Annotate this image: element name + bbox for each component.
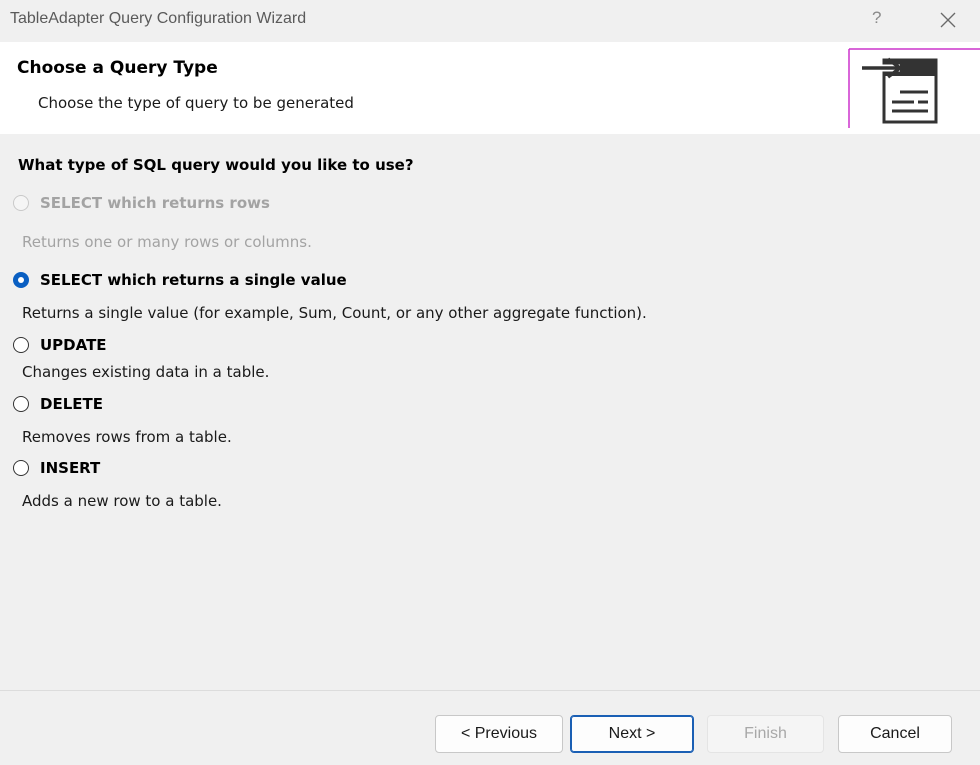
wizard-window: TableAdapter Query Configuration Wizard … <box>0 0 980 765</box>
radio-select-single-value[interactable] <box>13 272 29 288</box>
option-description: Returns a single value (for example, Sum… <box>22 304 647 322</box>
option-update[interactable]: UPDATE <box>13 334 107 356</box>
page-subtitle: Choose the type of query to be generated <box>38 94 354 112</box>
window-title: TableAdapter Query Configuration Wizard <box>10 10 307 27</box>
wizard-content: What type of SQL query would you like to… <box>0 134 980 690</box>
option-label: INSERT <box>40 459 101 477</box>
option-description: Adds a new row to a table. <box>22 492 222 510</box>
radio-update[interactable] <box>13 337 29 353</box>
previous-button[interactable]: < Previous <box>435 715 563 753</box>
option-label: SELECT which returns a single value <box>40 271 347 289</box>
option-label: DELETE <box>40 395 103 413</box>
option-description: Changes existing data in a table. <box>22 363 270 381</box>
finish-button[interactable]: Finish <box>707 715 824 753</box>
query-type-question: What type of SQL query would you like to… <box>18 156 414 174</box>
close-icon <box>940 12 956 28</box>
page-title: Choose a Query Type <box>17 58 218 78</box>
option-description: Returns one or many rows or columns. <box>22 233 312 251</box>
wizard-footer: < Previous Next > Finish Cancel <box>0 690 980 765</box>
title-bar: TableAdapter Query Configuration Wizard … <box>0 0 980 42</box>
option-select-single-value[interactable]: SELECT which returns a single value <box>13 269 347 291</box>
query-wizard-icon <box>848 48 980 128</box>
help-button[interactable]: ? <box>872 8 881 28</box>
option-label: SELECT which returns rows <box>40 194 270 212</box>
cancel-button[interactable]: Cancel <box>838 715 952 753</box>
option-description: Removes rows from a table. <box>22 428 232 446</box>
option-select-rows[interactable]: SELECT which returns rows <box>13 192 270 214</box>
wizard-header: Choose a Query Type Choose the type of q… <box>0 42 980 134</box>
radio-select-rows[interactable] <box>13 195 29 211</box>
radio-insert[interactable] <box>13 460 29 476</box>
radio-delete[interactable] <box>13 396 29 412</box>
next-button[interactable]: Next > <box>570 715 694 753</box>
option-insert[interactable]: INSERT <box>13 457 100 479</box>
option-label: UPDATE <box>40 336 107 354</box>
close-button[interactable] <box>938 10 958 30</box>
option-delete[interactable]: DELETE <box>13 393 103 415</box>
